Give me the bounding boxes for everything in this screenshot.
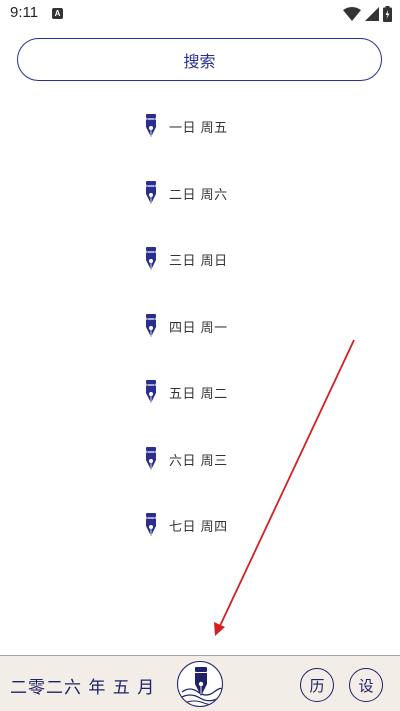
wifi-icon <box>343 7 361 21</box>
status-bar: 9:11 A <box>0 0 400 28</box>
list-item-day-6[interactable]: 六日 周三 <box>143 439 228 479</box>
fountain-pen-icon <box>146 513 156 536</box>
day-label: 七日 周四 <box>169 519 228 535</box>
status-icons <box>343 5 392 23</box>
day-label: 四日 周一 <box>169 320 228 336</box>
month-title[interactable]: 二零二六 年 五 月 <box>10 673 155 698</box>
day-label: 二日 周六 <box>169 187 228 203</box>
battery-icon <box>383 6 392 22</box>
list-item-day-4[interactable]: 四日 周一 <box>143 306 228 346</box>
list-item-day-1[interactable]: 一日 周五 <box>143 106 228 146</box>
settings-button[interactable]: 设 <box>349 668 383 702</box>
fountain-pen-icon <box>146 247 156 270</box>
pen-emblem-icon <box>179 667 222 706</box>
history-label: 历 <box>309 676 325 695</box>
list-item-day-5[interactable]: 五日 周二 <box>143 372 228 412</box>
fountain-pen-icon <box>146 447 156 470</box>
status-time: 9:11 <box>10 4 39 21</box>
bottom-bar: 二零二六 年 五 月 历 设 <box>0 655 400 711</box>
search-label: 搜索 <box>183 51 216 71</box>
pen-emblem-button[interactable] <box>177 661 223 707</box>
notification-icon: A <box>52 8 63 19</box>
list-item-day-3[interactable]: 三日 周日 <box>143 239 228 279</box>
day-label: 六日 周三 <box>169 453 228 469</box>
list-item-day-2[interactable]: 二日 周六 <box>143 173 228 213</box>
fountain-pen-icon <box>146 114 156 137</box>
list-item-day-7[interactable]: 七日 周四 <box>143 505 228 545</box>
fountain-pen-icon <box>146 314 156 337</box>
history-button[interactable]: 历 <box>300 668 334 702</box>
signal-icon <box>365 7 379 21</box>
fountain-pen-icon <box>146 380 156 403</box>
settings-label: 设 <box>358 676 374 695</box>
fountain-pen-icon <box>146 181 156 204</box>
day-label: 五日 周二 <box>169 386 228 402</box>
day-label: 一日 周五 <box>169 120 228 136</box>
day-label: 三日 周日 <box>169 253 228 269</box>
search-button[interactable]: 搜索 <box>17 38 382 81</box>
